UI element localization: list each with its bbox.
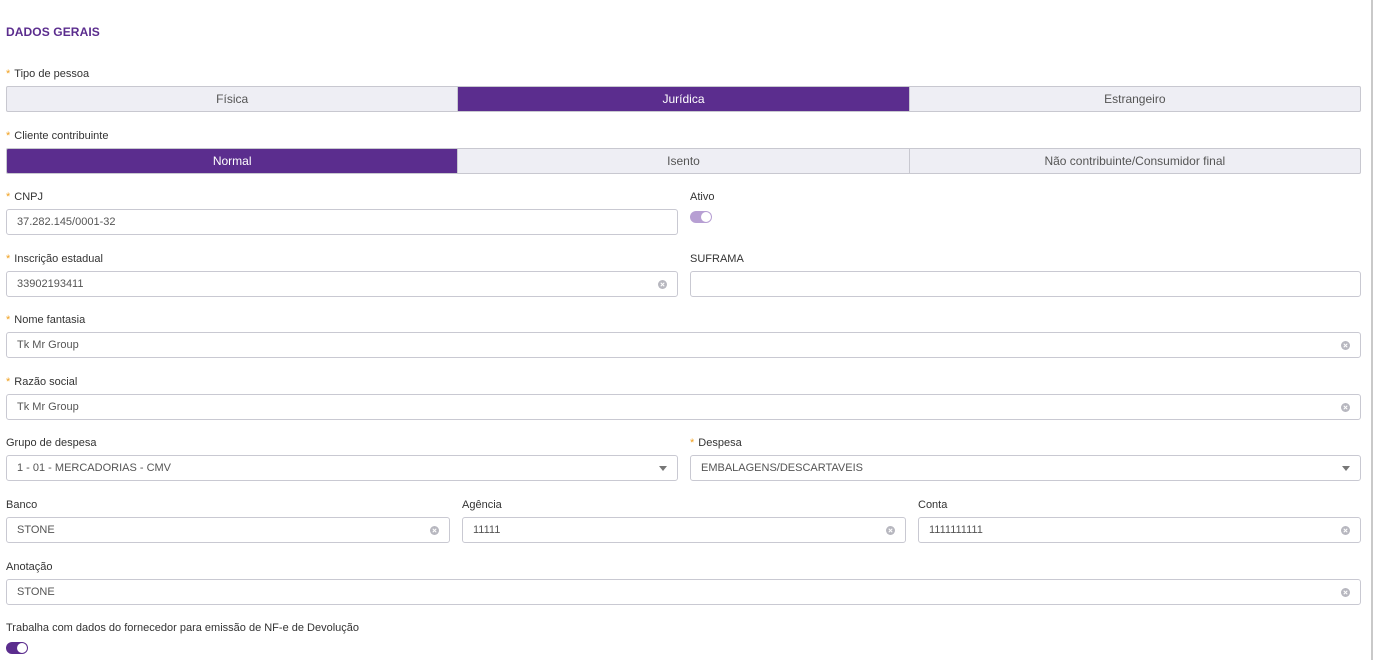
- tipo-pessoa-option-estrangeiro[interactable]: Estrangeiro: [910, 87, 1360, 111]
- clear-icon[interactable]: [1341, 525, 1350, 535]
- banco-label: Banco: [6, 499, 38, 511]
- suframa-field[interactable]: [690, 271, 1361, 297]
- anotacao-value: STONE: [17, 586, 55, 598]
- conta-label: Conta: [918, 499, 948, 511]
- conta-field[interactable]: 1111111111: [918, 517, 1361, 543]
- devolucao-toggle[interactable]: [6, 642, 28, 654]
- despesa-label: * Despesa: [690, 437, 742, 449]
- devolucao-label: Trabalha com dados do fornecedor para em…: [6, 622, 360, 634]
- clear-icon[interactable]: [886, 525, 895, 535]
- grupo-despesa-select[interactable]: 1 - 01 - MERCADORIAS - CMV: [6, 455, 678, 481]
- required-marker: *: [6, 130, 11, 142]
- cliente-contribuinte-option-nao-contribuinte[interactable]: Não contribuinte/Consumidor final: [910, 149, 1360, 173]
- cnpj-value: 37.282.145/0001-32: [17, 216, 116, 228]
- required-marker: *: [6, 253, 11, 265]
- suframa-label: SUFRAMA: [690, 253, 744, 265]
- tipo-pessoa-option-fisica[interactable]: Física: [7, 87, 459, 111]
- ativo-toggle[interactable]: [690, 211, 712, 223]
- required-marker: *: [6, 376, 11, 388]
- nome-fantasia-label: * Nome fantasia: [6, 314, 85, 326]
- cliente-contribuinte-label: * Cliente contribuinte: [6, 130, 108, 142]
- cliente-contribuinte-option-normal[interactable]: Normal: [7, 149, 459, 173]
- toggle-knob: [17, 643, 27, 653]
- clear-icon[interactable]: [1341, 402, 1350, 412]
- despesa-select[interactable]: EMBALAGENS/DESCARTAVEIS: [690, 455, 1361, 481]
- agencia-value: 11111: [473, 524, 501, 536]
- despesa-value: EMBALAGENS/DESCARTAVEIS: [701, 462, 863, 474]
- banco-value: STONE: [17, 524, 55, 536]
- tipo-pessoa-label-text: Tipo de pessoa: [14, 68, 90, 80]
- cnpj-field[interactable]: 37.282.145/0001-32: [6, 209, 678, 235]
- scrollbar[interactable]: [1371, 0, 1373, 660]
- cliente-contribuinte-option-isento[interactable]: Isento: [458, 149, 910, 173]
- clear-icon[interactable]: [430, 525, 439, 535]
- required-marker: *: [6, 314, 11, 326]
- inscricao-estadual-label-text: Inscrição estadual: [14, 253, 103, 265]
- clear-icon[interactable]: [1341, 587, 1350, 597]
- grupo-despesa-value: 1 - 01 - MERCADORIAS - CMV: [17, 462, 172, 474]
- agencia-label: Agência: [462, 499, 502, 511]
- clear-icon[interactable]: [658, 279, 667, 289]
- grupo-despesa-label: Grupo de despesa: [6, 437, 97, 449]
- ativo-label: Ativo: [690, 191, 715, 203]
- section-title: DADOS GERAIS: [6, 25, 100, 39]
- conta-value: 1111111111: [929, 524, 983, 536]
- clear-icon[interactable]: [1341, 340, 1350, 350]
- razao-social-label: * Razão social: [6, 376, 77, 388]
- cliente-contribuinte-selector: Normal Isento Não contribuinte/Consumido…: [6, 148, 1361, 174]
- inscricao-estadual-field[interactable]: 33902193411: [6, 271, 678, 297]
- tipo-pessoa-label: * Tipo de pessoa: [6, 68, 89, 80]
- cnpj-label-text: CNPJ: [14, 191, 44, 203]
- banco-field[interactable]: STONE: [6, 517, 450, 543]
- required-marker: *: [6, 68, 11, 80]
- nome-fantasia-label-text: Nome fantasia: [14, 314, 86, 326]
- nome-fantasia-value: Tk Mr Group: [17, 339, 79, 351]
- inscricao-estadual-label: * Inscrição estadual: [6, 253, 103, 265]
- toggle-knob: [701, 212, 711, 222]
- razao-social-value: Tk Mr Group: [17, 401, 79, 413]
- anotacao-label: Anotação: [6, 561, 53, 573]
- agencia-field[interactable]: 11111: [462, 517, 906, 543]
- cnpj-label: * CNPJ: [6, 191, 43, 203]
- cliente-contribuinte-label-text: Cliente contribuinte: [14, 130, 109, 142]
- razao-social-field[interactable]: Tk Mr Group: [6, 394, 1361, 420]
- required-marker: *: [6, 191, 11, 203]
- anotacao-field[interactable]: STONE: [6, 579, 1361, 605]
- required-marker: *: [690, 437, 695, 449]
- tipo-pessoa-option-juridica[interactable]: Jurídica: [458, 87, 910, 111]
- inscricao-estadual-value: 33902193411: [17, 278, 84, 290]
- tipo-pessoa-selector: Física Jurídica Estrangeiro: [6, 86, 1361, 112]
- chevron-down-icon[interactable]: [1342, 465, 1350, 471]
- chevron-down-icon[interactable]: [659, 465, 667, 471]
- despesa-label-text: Despesa: [698, 437, 742, 449]
- nome-fantasia-field[interactable]: Tk Mr Group: [6, 332, 1361, 358]
- razao-social-label-text: Razão social: [14, 376, 78, 388]
